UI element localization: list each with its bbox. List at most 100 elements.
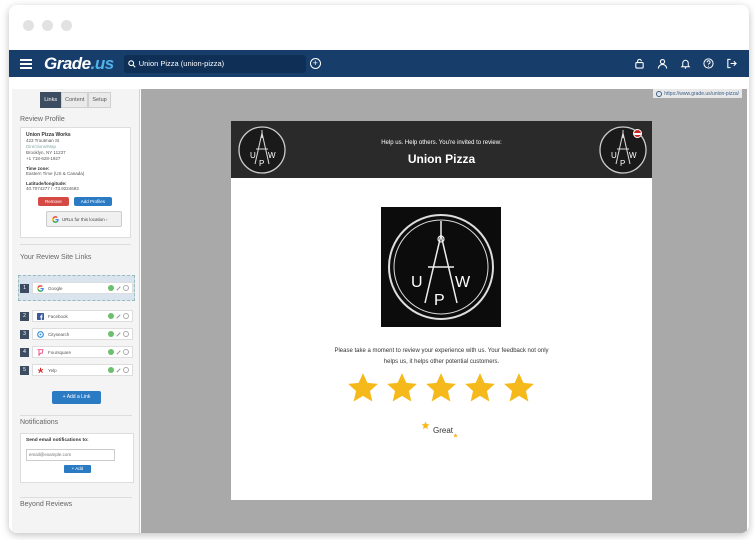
review-profile-title: Review Profile [20, 116, 65, 123]
sidebar-tabs: Links Content Setup [12, 92, 139, 108]
site-link-box[interactable]: Citysearch [32, 328, 133, 340]
tab-setup[interactable]: Setup [88, 92, 111, 108]
svg-text:U: U [611, 151, 617, 160]
business-logo-icon: U P W [381, 207, 501, 327]
site-link-citysearch[interactable]: 3 Citysearch [20, 327, 133, 341]
urls-for-location-button[interactable]: URLs for this location › [46, 211, 122, 227]
business-title: Union Pizza [407, 152, 476, 166]
add-link-button[interactable]: + Add a Link [52, 391, 101, 404]
site-link-facebook[interactable]: 2 Facebook [20, 309, 133, 323]
sidebar: Links Content Setup Review Profile Union… [12, 89, 140, 533]
top-navigation-bar: Grade.us + [9, 50, 749, 77]
latlng-value: 40.7074277 / -73.9224693 [26, 186, 79, 191]
svg-text:P: P [620, 159, 625, 168]
bell-icon[interactable] [679, 58, 691, 70]
location-search[interactable] [123, 54, 306, 73]
app-logo[interactable]: Grade.us [44, 54, 114, 74]
remove-button[interactable]: Remove [38, 197, 69, 206]
add-profiles-button[interactable]: Add Profiles [73, 197, 113, 206]
svg-text:W: W [455, 274, 471, 291]
site-links-title: Your Review Site Links [20, 254, 92, 261]
tab-content[interactable]: Content [61, 92, 89, 108]
site-name: Google [48, 285, 63, 291]
review-prompt: Please take a moment to review your expe… [334, 348, 549, 365]
site-link-google[interactable]: 1 Google [20, 281, 133, 295]
site-name: Citysearch [48, 331, 70, 337]
svg-text:P: P [434, 292, 445, 309]
citysearch-icon [37, 330, 44, 338]
logout-icon[interactable] [725, 58, 737, 70]
edit-icon[interactable] [116, 349, 121, 355]
review-banner: U P W Help us. Help others. You're invit… [231, 121, 652, 178]
notifications-title: Notifications [20, 419, 59, 426]
business-phone: +1 718-628-1927 [26, 156, 61, 161]
site-link-box[interactable]: Yelp [32, 364, 133, 376]
star-rating [346, 371, 536, 405]
star-3-icon[interactable] [424, 371, 458, 405]
rating-feedback: Great [421, 421, 458, 438]
site-number: 3 [20, 329, 29, 339]
logo-text: Grade [44, 53, 91, 73]
edit-icon[interactable] [116, 313, 121, 319]
window-chrome [9, 5, 749, 45]
edit-icon[interactable] [116, 367, 121, 373]
foursquare-icon [37, 348, 44, 356]
tab-links[interactable]: Links [40, 92, 62, 108]
star-4-icon[interactable] [463, 371, 497, 405]
review-url-text: https://www.grade.us/union-pizza/ [664, 90, 739, 97]
logo-accent: .us [90, 53, 115, 73]
site-link-box[interactable]: Foursquare [32, 346, 133, 358]
site-link-foursquare[interactable]: 4 Foursquare [20, 345, 133, 359]
check-icon [108, 367, 114, 373]
settings-icon[interactable] [123, 367, 129, 373]
language-flag-icon[interactable] [633, 129, 642, 138]
urls-label: URLs for this location › [62, 216, 108, 222]
window-maximize-dot[interactable] [61, 19, 72, 31]
edit-icon[interactable] [116, 331, 121, 337]
site-number: 1 [20, 283, 29, 293]
yelp-icon [37, 367, 44, 374]
banner-invite-text: Help us. Help others. You're invited to … [381, 140, 502, 146]
svg-text:U: U [411, 274, 423, 291]
star-5-icon[interactable] [502, 371, 536, 405]
settings-icon[interactable] [123, 313, 129, 319]
help-icon[interactable] [702, 58, 714, 70]
browser-window: Grade.us + Links Content Setup Review Pr… [9, 5, 749, 533]
site-link-box[interactable]: Facebook [32, 310, 133, 322]
search-icon [127, 59, 136, 68]
google-icon [52, 215, 59, 223]
upw-logo-icon: U P W [238, 126, 286, 174]
settings-icon[interactable] [123, 331, 129, 337]
notifications-card: Send email notifications to: + Add [20, 433, 134, 483]
window-minimize-dot[interactable] [42, 19, 53, 31]
add-email-button[interactable]: + Add [64, 465, 91, 473]
window-close-dot[interactable] [23, 19, 34, 31]
notifications-label: Send email notifications to: [26, 438, 89, 443]
search-input[interactable] [138, 59, 289, 68]
review-funnel-card: U P W Help us. Help others. You're invit… [231, 121, 652, 500]
preview-area: https://www.grade.us/union-pizza/ U P W … [141, 89, 747, 533]
beyond-reviews-title: Beyond Reviews [20, 501, 73, 508]
review-page-url[interactable]: https://www.grade.us/union-pizza/ [653, 89, 742, 98]
site-link-yelp[interactable]: 5 Yelp [20, 363, 133, 377]
google-icon [37, 284, 44, 292]
menu-icon[interactable] [20, 58, 32, 69]
lock-icon[interactable] [633, 58, 645, 70]
timezone-value: Eastern Time (US & Canada) [26, 171, 85, 176]
star-2-icon[interactable] [385, 371, 419, 405]
edit-icon[interactable] [116, 285, 121, 291]
facebook-icon [37, 312, 44, 320]
star-1-icon[interactable] [346, 371, 380, 405]
settings-icon[interactable] [123, 349, 129, 355]
check-icon [108, 313, 114, 319]
settings-icon[interactable] [123, 285, 129, 291]
check-icon [108, 331, 114, 337]
site-number: 5 [20, 365, 29, 375]
site-number: 4 [20, 347, 29, 357]
rating-label: Great [433, 426, 454, 435]
user-icon[interactable] [656, 58, 668, 70]
site-link-box[interactable]: Google [32, 282, 133, 294]
email-input[interactable] [26, 448, 115, 461]
site-name: Facebook [48, 313, 68, 319]
add-location-icon[interactable]: + [309, 58, 321, 69]
